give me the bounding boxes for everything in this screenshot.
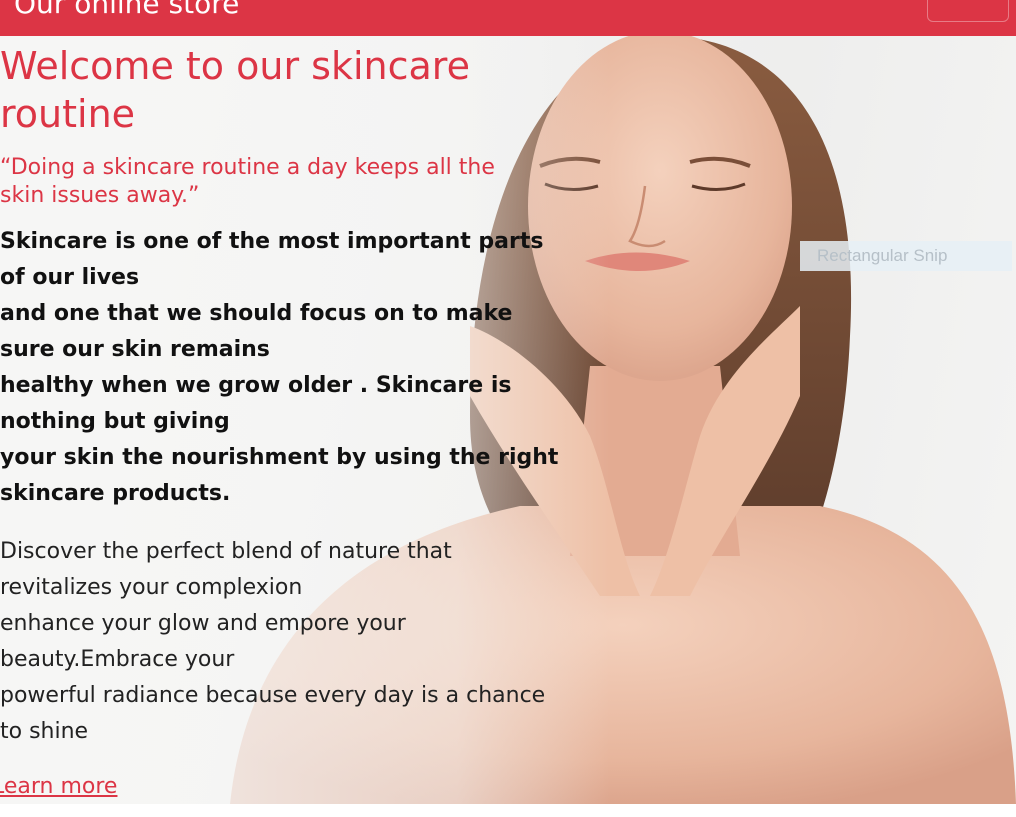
- navbar: Our online store: [0, 0, 1016, 36]
- navbar-toggler-button[interactable]: [927, 0, 1009, 22]
- discover-line: Discover the perfect blend of nature tha…: [0, 539, 452, 564]
- intro-line: skincare products.: [0, 481, 231, 506]
- intro-line: of our lives: [0, 265, 140, 290]
- discover-line: revitalizes your complexion: [0, 575, 303, 600]
- discover-line: to shine: [0, 719, 89, 744]
- hero-quote: “Doing a skincare routine a day keeps al…: [0, 155, 495, 208]
- navbar-brand[interactable]: Our online store: [14, 0, 239, 24]
- rectangular-snip-tooltip: Rectangular Snip: [800, 241, 1012, 271]
- intro-line: nothing but giving: [0, 409, 230, 434]
- discover-paragraph: Discover the perfect blend of nature tha…: [0, 534, 546, 750]
- hero-section: Welcome to our skincare routine “Doing a…: [0, 36, 1016, 804]
- discover-line: beauty.Embrace your: [0, 647, 235, 672]
- hero-content: Welcome to our skincare routine “Doing a…: [0, 36, 559, 800]
- hero-title: Welcome to our skincare routine: [0, 44, 470, 136]
- intro-line: sure our skin remains: [0, 337, 270, 362]
- intro-line: your skin the nourishment by using the r…: [0, 445, 559, 470]
- intro-line: healthy when we grow older . Skincare is: [0, 373, 512, 398]
- learn-more-link[interactable]: Learn more: [0, 774, 117, 800]
- discover-line: enhance your glow and empore your: [0, 611, 406, 636]
- intro-line: Skincare is one of the most important pa…: [0, 229, 544, 254]
- intro-line: and one that we should focus on to make: [0, 301, 513, 326]
- intro-paragraph: Skincare is one of the most important pa…: [0, 224, 559, 512]
- discover-line: powerful radiance because every day is a…: [0, 683, 546, 708]
